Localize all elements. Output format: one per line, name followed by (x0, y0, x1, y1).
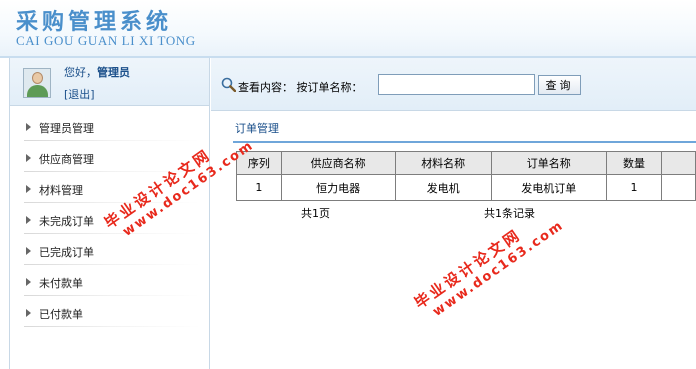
table-cell: 1 (236, 174, 282, 201)
table-cell: 1 (605, 174, 663, 201)
app-header: 采购管理系统 CAI GOU GUAN LI XI TONG (0, 0, 696, 58)
user-panel: 您好，管理员 [退出] (10, 58, 209, 106)
avatar-body (27, 85, 48, 97)
sidebar-item-paid-bills[interactable]: 已付款单 (10, 297, 209, 328)
table-cell: 发电机 (394, 174, 492, 201)
greeting: 您好，管理员 (64, 64, 130, 80)
divider (24, 264, 200, 265)
caret-right-icon (26, 247, 31, 255)
divider (24, 295, 200, 296)
section-divider (233, 141, 696, 143)
avatar-head (32, 72, 43, 84)
search-label: 查看内容： 按订单名称： (238, 81, 363, 94)
caret-right-icon (26, 309, 31, 317)
caret-right-icon (26, 216, 31, 224)
table-cell (661, 174, 696, 201)
table-cell: 发电机订单 (490, 174, 607, 201)
caret-right-icon (26, 278, 31, 286)
column-header: 供应商名称 (280, 151, 396, 175)
caret-right-icon (26, 185, 31, 193)
search-button[interactable]: 查询 (538, 75, 581, 95)
app-title: 采购管理系统 (16, 9, 173, 35)
divider (24, 140, 200, 141)
app-subtitle: CAI GOU GUAN LI XI TONG (16, 33, 196, 48)
sidebar-item-label: 未完成订单 (39, 215, 94, 228)
sidebar-item-label: 供应商管理 (39, 153, 94, 166)
username: 管理员 (97, 66, 130, 79)
sidebar-item-label: 材料管理 (39, 184, 83, 197)
sidebar-item-label: 已完成订单 (39, 246, 94, 259)
sidebar-item-admin-management[interactable]: 管理员管理 (10, 111, 209, 142)
sidebar-item-unpaid-bills[interactable]: 未付款单 (10, 266, 209, 297)
column-header (661, 151, 696, 175)
order-name-search-input[interactable] (378, 74, 535, 95)
caret-right-icon (26, 154, 31, 162)
avatar (23, 68, 51, 98)
sidebar-item-label: 已付款单 (39, 308, 83, 321)
table-cell: 恒力电器 (280, 174, 396, 201)
search-icon (221, 77, 236, 92)
sidebar-item-completed-orders[interactable]: 已完成订单 (10, 235, 209, 266)
column-header: 订单名称 (490, 151, 607, 175)
caret-right-icon (26, 123, 31, 131)
divider (24, 326, 200, 327)
sidebar-item-label: 管理员管理 (39, 122, 94, 135)
search-toolbar: 查看内容： 按订单名称： 查询 (211, 58, 696, 111)
column-header: 数量 (605, 151, 663, 175)
table-header-row: 序列 供应商名称 材料名称 订单名称 数量 (236, 151, 696, 175)
column-header: 材料名称 (394, 151, 492, 175)
logout-link[interactable]: [退出] (64, 86, 95, 102)
greeting-prefix: 您好， (64, 66, 97, 79)
table-row: 1 恒力电器 发电机 发电机订单 1 (236, 174, 696, 201)
orders-table: 序列 供应商名称 材料名称 订单名称 数量 1 恒力电器 发电机 发电机订单 1 (236, 151, 696, 201)
pager-page-count: 共1页 (301, 207, 330, 220)
sidebar-item-label: 未付款单 (39, 277, 83, 290)
